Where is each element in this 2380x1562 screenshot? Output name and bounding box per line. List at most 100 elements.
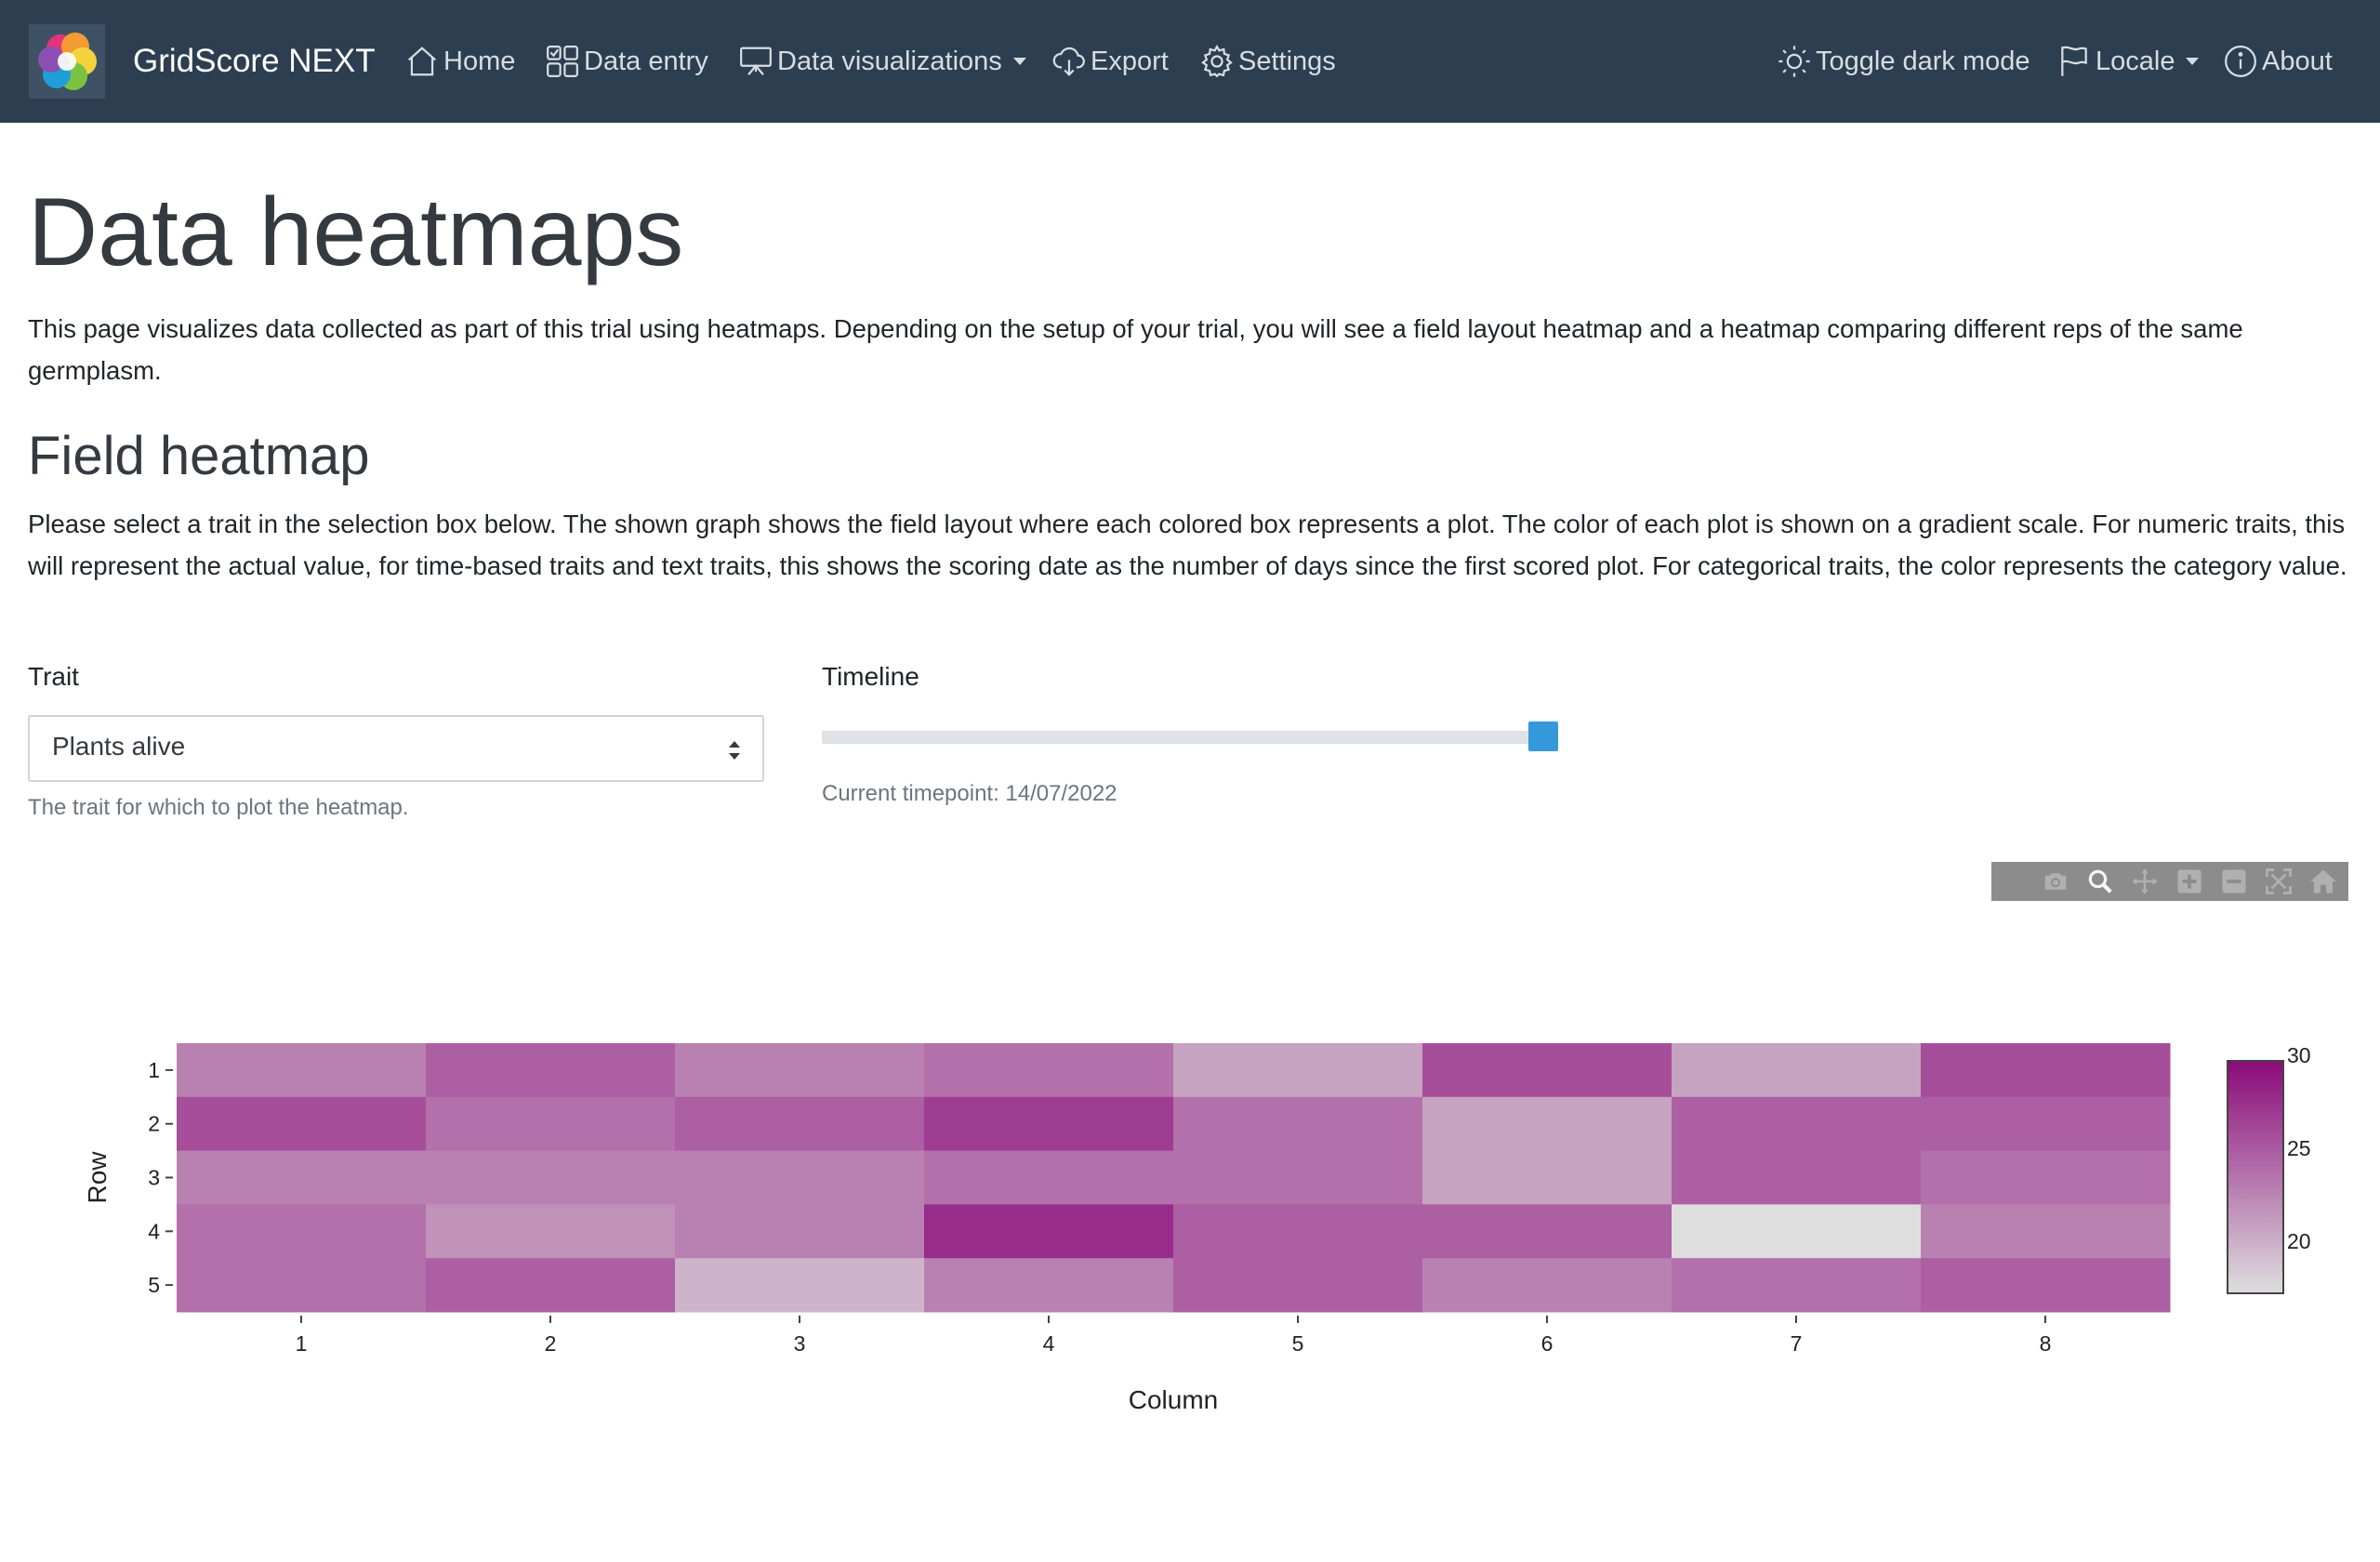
chevron-down-icon <box>1012 58 1026 65</box>
timeline-slider-track[interactable] <box>822 731 1556 744</box>
field-heatmap-chart[interactable]: 1 2 3 4 5 1 2 3 4 5 6 7 8 Column Row 20 25 30 <box>0 930 2380 1450</box>
trait-select-value: Plants alive <box>52 732 186 761</box>
nav-locale[interactable]: Locale <box>2056 37 2200 86</box>
heatmap-cell[interactable] <box>1422 1204 1673 1259</box>
plot-toolbar <box>1991 862 2348 901</box>
nav-data-visualizations[interactable]: Data visualizations <box>738 37 1026 86</box>
nav-about[interactable]: About <box>2223 37 2333 86</box>
zoom-out-icon[interactable] <box>2216 866 2252 897</box>
heatmap-cell[interactable] <box>1422 1043 1673 1098</box>
heatmap-cell[interactable] <box>1173 1150 1423 1205</box>
heatmap-cell[interactable] <box>1921 1096 2171 1152</box>
x-tick-label: 7 <box>1791 1331 1803 1356</box>
heatmap-cell[interactable] <box>1422 1150 1673 1205</box>
current-timepoint-text: Current timepoint: 14/07/2022 <box>822 781 1117 806</box>
heatmap-cell[interactable] <box>924 1150 1174 1205</box>
heatmap-cell[interactable] <box>1173 1204 1423 1259</box>
page-title: Data heatmaps <box>28 179 684 286</box>
nav-about-label: About <box>2262 46 2333 76</box>
heatmap-cell[interactable] <box>675 1204 925 1259</box>
heatmap-cell[interactable] <box>924 1204 1174 1259</box>
heatmap-cell[interactable] <box>924 1096 1174 1152</box>
brand-name[interactable]: GridScore NEXT <box>133 37 376 86</box>
nav-settings-label: Settings <box>1238 46 1336 76</box>
heatmap-cell[interactable] <box>1422 1258 1673 1313</box>
heatmap-cell[interactable] <box>675 1043 925 1098</box>
nav-data-visualizations-label: Data visualizations <box>777 46 1002 76</box>
x-axis-title: Column <box>1129 1385 1218 1414</box>
heatmap-cell[interactable] <box>426 1043 676 1098</box>
field-heatmap-heading: Field heatmap <box>28 426 370 486</box>
gear-icon <box>1201 44 1233 78</box>
y-tick-label: 4 <box>148 1219 160 1243</box>
heatmap-cell[interactable] <box>1921 1150 2171 1205</box>
house-icon <box>408 46 436 76</box>
heatmap-cell[interactable] <box>924 1043 1174 1098</box>
trait-label: Trait <box>28 662 79 691</box>
heatmap-cell[interactable] <box>177 1096 427 1152</box>
camera-icon[interactable] <box>2038 866 2073 897</box>
heatmap-cell[interactable] <box>1672 1096 1922 1152</box>
nav-locale-label: Locale <box>2096 46 2175 76</box>
timeline-label: Timeline <box>822 662 919 691</box>
reset-axes-icon[interactable] <box>2306 866 2341 897</box>
heatmap-cell[interactable] <box>426 1096 676 1152</box>
sun-icon <box>1778 46 1810 77</box>
y-tick-label: 3 <box>148 1166 160 1190</box>
timeline-slider-handle[interactable] <box>1528 721 1558 751</box>
gridscore-logo-icon[interactable] <box>29 24 105 99</box>
colorbar-tick-label: 20 <box>2287 1229 2311 1253</box>
heatmap-cell[interactable] <box>675 1258 925 1313</box>
heatmap-cell[interactable] <box>1422 1096 1673 1152</box>
heatmap-cell[interactable] <box>426 1150 676 1205</box>
nav-toggle-dark-mode-label: Toggle dark mode <box>1816 46 2030 76</box>
flag-icon <box>2061 46 2087 76</box>
select-arrows-icon <box>729 741 740 760</box>
heatmap-cell[interactable] <box>1173 1096 1423 1152</box>
heatmap-cell[interactable] <box>675 1096 925 1152</box>
trait-select[interactable]: Plants alive <box>28 715 764 782</box>
info-icon <box>2225 46 2256 77</box>
y-tick-label: 1 <box>148 1058 160 1082</box>
x-tick-label: 5 <box>1292 1331 1304 1356</box>
pan-icon[interactable] <box>2127 866 2162 897</box>
heatmap-cell[interactable] <box>1672 1043 1922 1098</box>
x-tick-label: 3 <box>794 1331 806 1356</box>
intro-text: This page visualizes data collected as p… <box>28 314 2243 385</box>
heatmap-cell[interactable] <box>924 1258 1174 1313</box>
heatmap-cell[interactable] <box>1672 1204 1922 1259</box>
nav-data-entry-label: Data entry <box>584 46 708 76</box>
heatmap-cell[interactable] <box>177 1258 427 1313</box>
heatmap-cell[interactable] <box>1921 1043 2171 1098</box>
heatmap-cell[interactable] <box>675 1150 925 1205</box>
zoom-in-icon[interactable] <box>2172 866 2207 897</box>
heatmap-cell[interactable] <box>177 1043 427 1098</box>
heatmap-cell[interactable] <box>177 1204 427 1259</box>
heatmap-cell[interactable] <box>1921 1258 2171 1313</box>
autoscale-icon[interactable] <box>2261 866 2296 897</box>
heatmap-cell[interactable] <box>1672 1258 1922 1313</box>
chevron-down-icon <box>2186 58 2200 65</box>
cloud-download-icon <box>1052 46 1085 76</box>
y-tick-label: 5 <box>148 1273 160 1297</box>
heatmap-cell[interactable] <box>1921 1204 2171 1259</box>
x-tick-label: 8 <box>2040 1331 2052 1356</box>
trait-help-text: The trait for which to plot the heatmap. <box>28 795 409 820</box>
heatmap-cell[interactable] <box>1173 1258 1423 1313</box>
nav-settings[interactable]: Settings <box>1199 37 1336 86</box>
x-tick-label: 1 <box>296 1331 308 1356</box>
x-tick-label: 6 <box>1541 1331 1554 1356</box>
heatmap-cell[interactable] <box>1173 1043 1423 1098</box>
nav-data-entry[interactable]: Data entry <box>545 37 708 86</box>
heatmap-cell[interactable] <box>426 1204 676 1259</box>
nav-toggle-dark-mode[interactable]: Toggle dark mode <box>1777 37 2030 86</box>
heatmap-cell[interactable] <box>1672 1150 1922 1205</box>
y-tick-label: 2 <box>148 1112 160 1136</box>
heatmap-cell[interactable] <box>177 1150 427 1205</box>
zoom-icon[interactable] <box>2082 866 2118 897</box>
nav-export[interactable]: Export <box>1051 37 1169 86</box>
colorbar-tick-label: 25 <box>2287 1136 2311 1160</box>
y-axis-title: Row <box>83 1151 112 1204</box>
nav-home[interactable]: Home <box>404 37 515 86</box>
heatmap-cell[interactable] <box>426 1258 676 1313</box>
